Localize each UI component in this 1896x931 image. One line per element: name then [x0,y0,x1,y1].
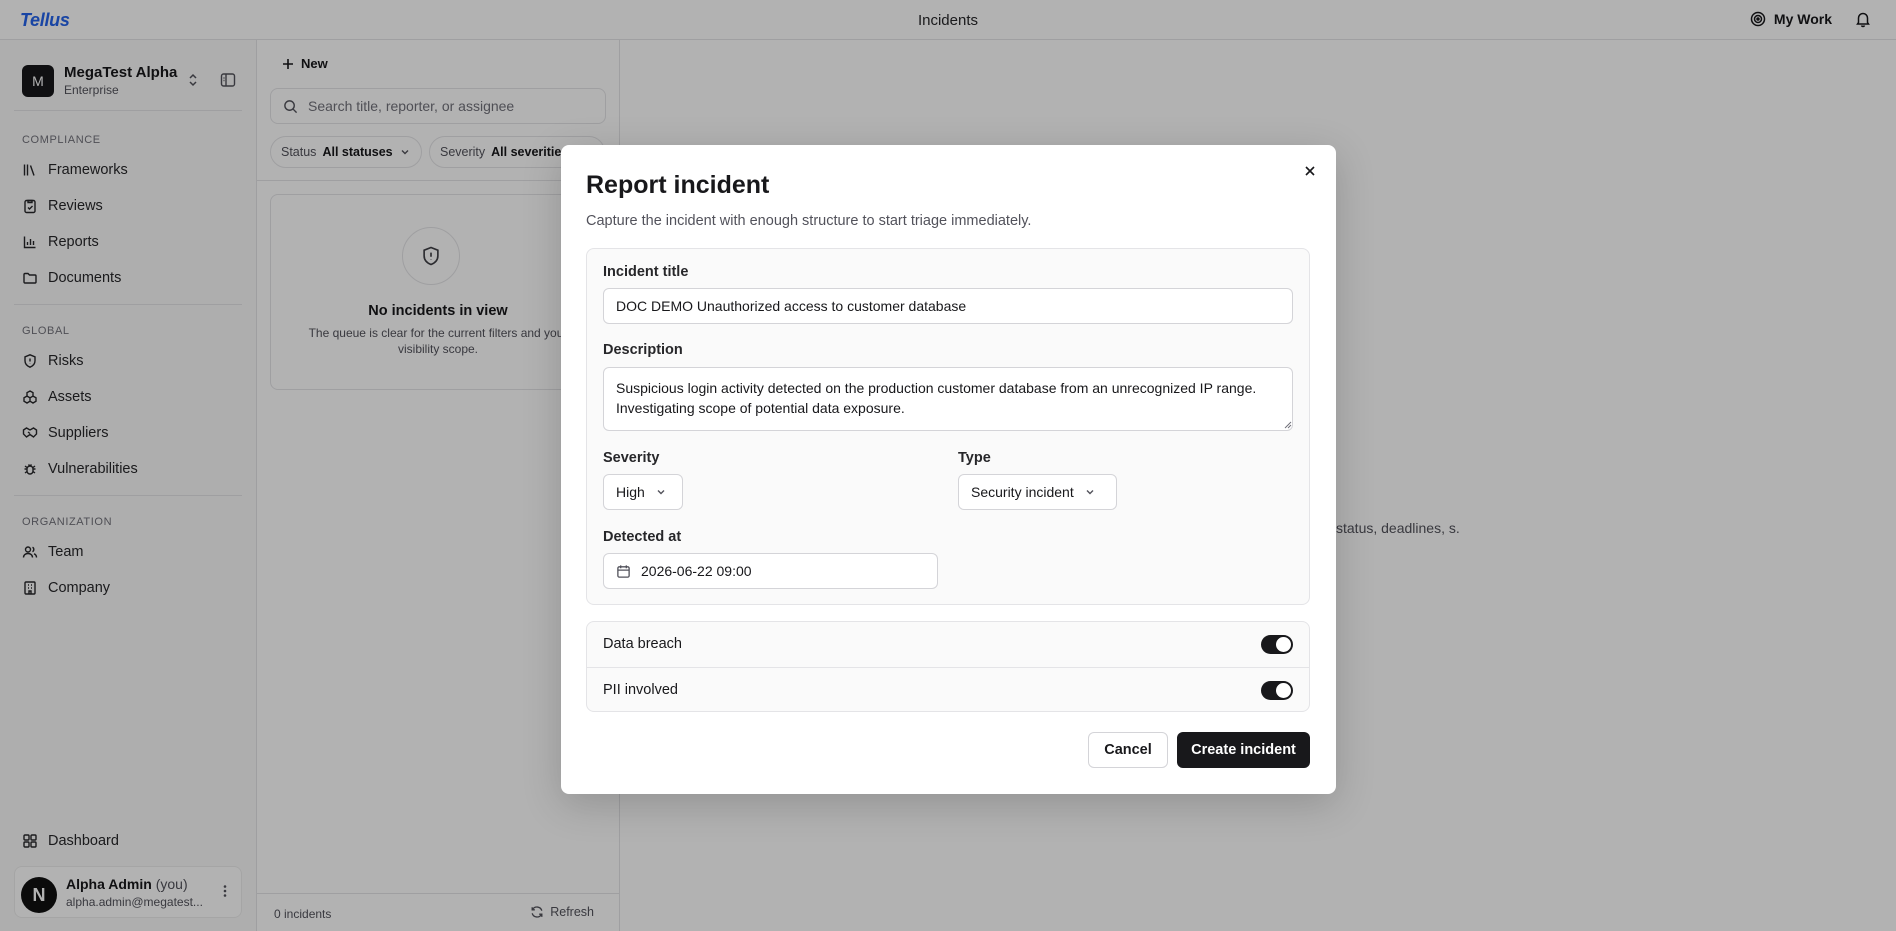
resize-handle-icon[interactable] [1284,421,1292,429]
incident-title-label: Incident title [603,264,689,280]
close-icon [1305,166,1315,176]
create-incident-button[interactable]: Create incident [1177,732,1310,768]
dialog-subtitle: Capture the incident with enough structu… [586,213,1032,229]
detected-at-label: Detected at [603,529,682,545]
toggle-knob [1276,683,1291,698]
detected-at-value: 2026-06-22 09:00 [641,563,752,579]
cancel-button[interactable]: Cancel [1088,732,1168,768]
detected-at-input[interactable]: 2026-06-22 09:00 [603,553,938,589]
close-button[interactable] [1300,161,1320,181]
chevron-down-icon [657,490,665,495]
dialog-title: Report incident [586,171,770,199]
type-select-value: Security incident [971,484,1074,500]
type-label: Type [958,450,991,466]
pii-involved-toggle[interactable] [1261,681,1293,700]
description-label: Description [603,342,683,358]
impact-toggles: Data breach PII involved [586,621,1310,712]
severity-label: Severity [603,450,660,466]
pii-involved-label: PII involved [603,682,678,698]
data-breach-row: Data breach [587,622,1309,667]
data-breach-toggle[interactable] [1261,635,1293,654]
incident-form: Incident title DOC DEMO Unauthorized acc… [586,248,1310,605]
pii-involved-row: PII involved [587,667,1309,712]
severity-select-value: High [616,484,645,500]
chevron-down-icon [1086,490,1094,495]
severity-select[interactable]: High [603,474,683,510]
calendar-icon [617,564,630,578]
toggle-knob [1276,637,1291,652]
data-breach-label: Data breach [603,636,682,652]
description-textarea[interactable]: Suspicious login activity detected on th… [603,367,1293,431]
type-select[interactable]: Security incident [958,474,1117,510]
report-incident-dialog: Report incident Capture the incident wit… [561,145,1336,794]
incident-title-input[interactable]: DOC DEMO Unauthorized access to customer… [603,288,1293,324]
